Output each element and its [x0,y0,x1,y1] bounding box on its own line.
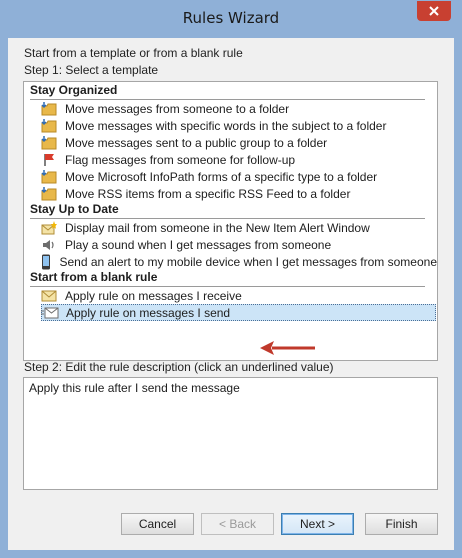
template-item-selected[interactable]: Apply rule on messages I send [41,304,436,321]
rule-description-text: Apply this rule after I send the message [29,381,240,395]
close-button[interactable] [417,1,451,21]
template-item[interactable]: Apply rule on messages I receive [24,287,437,304]
send-envelope-icon [38,304,62,321]
template-item[interactable]: Send an alert to my mobile device when I… [24,253,437,270]
group-header-stay-up-to-date: Stay Up to Date [30,202,425,219]
folder-icon [37,117,61,134]
template-item[interactable]: Move Microsoft InfoPath forms of a speci… [24,168,437,185]
next-button[interactable]: Next > [281,513,354,535]
template-item[interactable]: Play a sound when I get messages from so… [24,236,437,253]
template-item[interactable]: Move messages from someone to a folder [24,100,437,117]
back-button[interactable]: < Back [201,513,274,535]
envelope-icon [37,287,61,304]
template-item[interactable]: Move messages with specific words in the… [24,117,437,134]
mobile-icon [37,253,55,270]
folder-icon [37,134,61,151]
template-item[interactable]: Flag messages from someone for follow-up [24,151,437,168]
template-item[interactable]: Display mail from someone in the New Ite… [24,219,437,236]
finish-button[interactable]: Finish [365,513,438,535]
step2-label: Step 2: Edit the rule description (click… [24,360,334,374]
title-bar: Rules Wizard [8,0,454,38]
intro-text: Start from a template or from a blank ru… [24,46,243,60]
cancel-button[interactable]: Cancel [121,513,194,535]
group-header-stay-organized: Stay Organized [30,83,425,100]
flag-icon [37,151,61,168]
rule-description-box[interactable]: Apply this rule after I send the message [23,377,438,490]
speaker-icon [37,236,61,253]
step1-label: Step 1: Select a template [24,63,159,77]
close-icon [429,6,439,16]
folder-icon [37,168,61,185]
alert-mail-icon [37,219,61,236]
template-item[interactable]: Move messages sent to a public group to … [24,134,437,151]
folder-icon [37,100,61,117]
folder-icon [37,185,61,202]
template-item[interactable]: Move RSS items from a specific RSS Feed … [24,185,437,202]
annotation-arrow-icon [260,341,315,355]
window-title: Rules Wizard [182,9,280,27]
template-list[interactable]: Stay Organized Move messages from someon… [23,81,438,361]
wizard-body: Start from a template or from a blank ru… [8,38,454,550]
group-header-blank-rule: Start from a blank rule [30,270,425,287]
